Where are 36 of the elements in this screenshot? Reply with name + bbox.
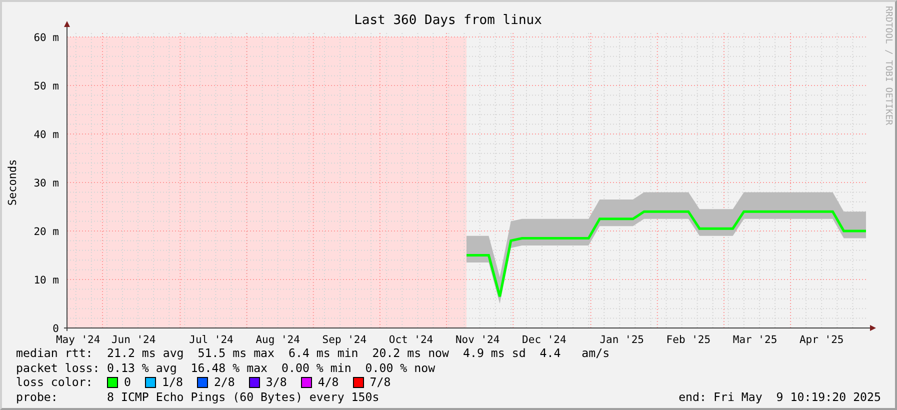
x-tick-label: May '24	[56, 334, 100, 346]
legend-label: probe:	[16, 390, 59, 404]
legend-label: loss color:	[16, 375, 94, 390]
y-tick-label: 10 m	[34, 274, 59, 286]
y-tick-label: 0	[52, 323, 59, 335]
legend-label: packet loss:	[16, 360, 101, 375]
x-tick-label: Aug '24	[256, 334, 300, 346]
probe-text: 8 ICMP Echo Pings (60 Bytes) every 150s	[107, 390, 380, 404]
x-tick-label: Apr '25	[799, 334, 844, 346]
swatch-label: 2/8	[214, 375, 235, 390]
swatch-label: 3/8	[266, 375, 287, 390]
swatch-label: 1/8	[162, 375, 183, 390]
legend-stats: 0.13 % avg 16.48 % max 0.00 % min 0.00 % now	[107, 360, 436, 375]
y-tick-label: 40 m	[34, 129, 59, 141]
x-tick-label: Mar '25	[732, 334, 778, 346]
x-tick-label: Jan '25	[600, 334, 644, 346]
watermark-text: RRDTOOL / TOBI OETIKER	[882, 6, 893, 126]
x-tick-label: Jun '24	[111, 334, 156, 346]
legend-label: median rtt:	[16, 346, 94, 360]
y-axis-title: Seconds	[6, 159, 19, 206]
x-tick-label: Nov '24	[455, 334, 500, 346]
legend-stats: 21.2 ms avg 51.5 ms max 6.4 ms min 20.2 ms now 4.9 ms sd 4.4 am/s	[107, 346, 610, 360]
swatch-label: 7/8	[370, 375, 391, 390]
x-tick-label: Dec '24	[522, 334, 566, 346]
end-time: end: Fri May 9 10:19:20 2025	[678, 390, 881, 404]
swatch-label: 4/8	[318, 375, 339, 390]
y-tick-label: 20 m	[34, 226, 59, 238]
x-tick-label: Oct '24	[388, 334, 434, 346]
swatch-label: 0	[124, 375, 131, 390]
y-tick-label: 60 m	[34, 32, 59, 44]
x-tick-label: Sep '24	[322, 334, 367, 346]
y-tick-label: 50 m	[34, 80, 59, 92]
x-tick-label: Jul '24	[189, 334, 234, 346]
y-tick-label: 30 m	[34, 178, 59, 190]
chart-title: Last 360 Days from linux	[354, 13, 542, 28]
x-tick-label: Feb '25	[666, 334, 711, 346]
